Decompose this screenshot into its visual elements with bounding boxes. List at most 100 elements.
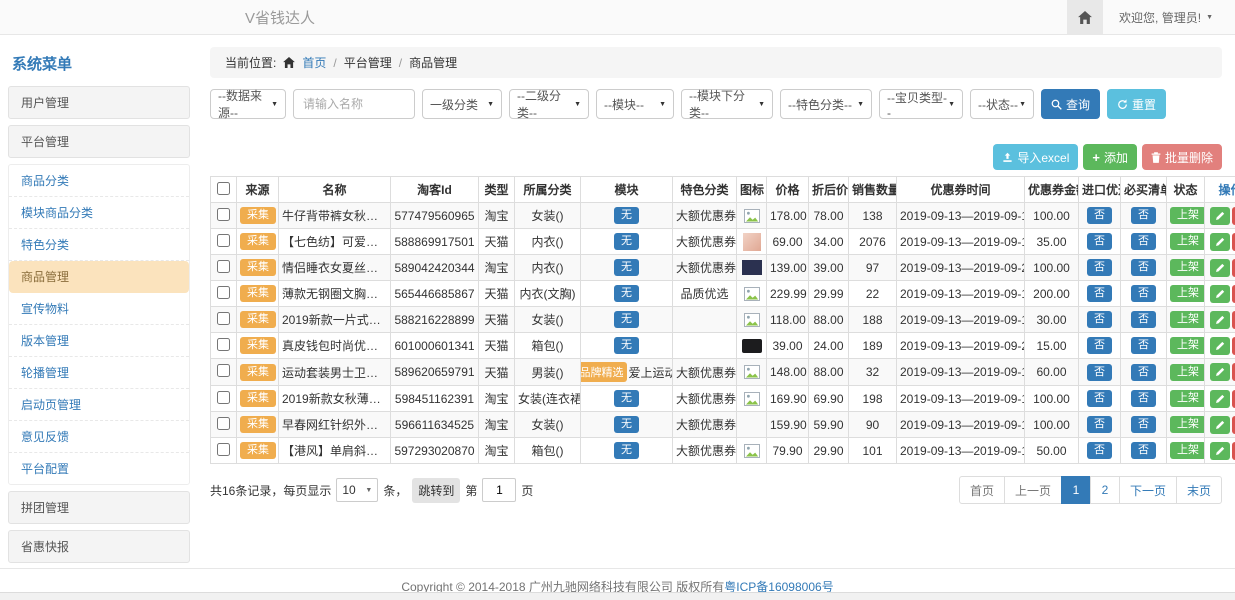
status-toggle[interactable]: 上架 xyxy=(1170,285,1205,302)
row-checkbox[interactable] xyxy=(217,260,230,273)
status-toggle[interactable]: 上架 xyxy=(1170,259,1205,276)
status-toggle[interactable]: 上架 xyxy=(1170,364,1205,381)
row-checkbox[interactable] xyxy=(217,417,230,430)
breadcrumb-home-link[interactable]: 首页 xyxy=(302,54,326,71)
status-toggle[interactable]: 上架 xyxy=(1170,416,1205,433)
status-toggle[interactable]: 上架 xyxy=(1170,311,1205,328)
must-buy-toggle[interactable]: 否 xyxy=(1131,442,1156,459)
import-select-toggle[interactable]: 否 xyxy=(1087,442,1112,459)
sidebar-subitem-5[interactable]: 版本管理 xyxy=(9,325,189,357)
sidebar-item-user-management[interactable]: 用户管理 xyxy=(8,86,190,119)
import-select-toggle[interactable]: 否 xyxy=(1087,207,1112,224)
filter-select-5[interactable]: --宝贝类型--▼ xyxy=(879,89,963,119)
user-menu[interactable]: 欢迎您, 管理员! ▼ xyxy=(1103,9,1235,26)
page-button-下一页[interactable]: 下一页 xyxy=(1119,476,1177,504)
sidebar-item-1[interactable]: 省惠快报 xyxy=(8,530,190,563)
must-buy-toggle[interactable]: 否 xyxy=(1131,285,1156,302)
filter-select-0[interactable]: 一级分类▼ xyxy=(422,89,502,119)
import-select-toggle[interactable]: 否 xyxy=(1087,416,1112,433)
row-checkbox[interactable] xyxy=(217,234,230,247)
row-checkbox[interactable] xyxy=(217,338,230,351)
edit-button[interactable] xyxy=(1210,390,1230,408)
search-button[interactable]: 查询 xyxy=(1041,89,1100,119)
sidebar-subitem-8[interactable]: 意见反馈 xyxy=(9,421,189,453)
edit-button[interactable] xyxy=(1210,363,1230,381)
delete-button[interactable] xyxy=(1232,207,1235,225)
row-checkbox[interactable] xyxy=(217,443,230,456)
delete-button[interactable] xyxy=(1232,390,1235,408)
import-select-toggle[interactable]: 否 xyxy=(1087,311,1112,328)
must-buy-toggle[interactable]: 否 xyxy=(1131,337,1156,354)
status-toggle[interactable]: 上架 xyxy=(1170,337,1205,354)
reset-button[interactable]: 重置 xyxy=(1107,89,1166,119)
must-buy-toggle[interactable]: 否 xyxy=(1131,390,1156,407)
must-buy-toggle[interactable]: 否 xyxy=(1131,207,1156,224)
name-search-input[interactable] xyxy=(293,89,415,119)
home-button[interactable] xyxy=(1067,0,1103,34)
page-button-首页[interactable]: 首页 xyxy=(959,476,1005,504)
sidebar-subitem-3[interactable]: 商品管理 xyxy=(9,261,189,293)
edit-button[interactable] xyxy=(1210,207,1230,225)
page-button-2[interactable]: 2 xyxy=(1090,476,1120,504)
sidebar-item-platform-management[interactable]: 平台管理 xyxy=(8,125,190,158)
page-button-1[interactable]: 1 xyxy=(1061,476,1091,504)
delete-button[interactable] xyxy=(1232,285,1235,303)
sidebar-item-0[interactable]: 拼团管理 xyxy=(8,491,190,524)
import-select-toggle[interactable]: 否 xyxy=(1087,364,1112,381)
row-checkbox[interactable] xyxy=(217,391,230,404)
edit-button[interactable] xyxy=(1210,233,1230,251)
per-page-select[interactable]: 10 ▼ xyxy=(336,478,378,502)
page-number-input[interactable] xyxy=(482,478,516,502)
filter-select-3[interactable]: --模块下分类--▼ xyxy=(681,89,773,119)
sidebar-subitem-4[interactable]: 宣传物料 xyxy=(9,293,189,325)
row-checkbox[interactable] xyxy=(217,286,230,299)
sidebar-subitem-2[interactable]: 特色分类 xyxy=(9,229,189,261)
edit-button[interactable] xyxy=(1210,259,1230,277)
status-toggle[interactable]: 上架 xyxy=(1170,207,1205,224)
filter-select-4[interactable]: --特色分类--▼ xyxy=(780,89,872,119)
filter-select-data-source[interactable]: --数据来源--▼ xyxy=(210,89,286,119)
page-button-上一页[interactable]: 上一页 xyxy=(1004,476,1062,504)
delete-button[interactable] xyxy=(1232,337,1235,355)
must-buy-toggle[interactable]: 否 xyxy=(1131,364,1156,381)
edit-button[interactable] xyxy=(1210,416,1230,434)
delete-button[interactable] xyxy=(1232,416,1235,434)
edit-button[interactable] xyxy=(1210,311,1230,329)
delete-button[interactable] xyxy=(1232,233,1235,251)
page-button-末页[interactable]: 末页 xyxy=(1176,476,1222,504)
status-toggle[interactable]: 上架 xyxy=(1170,390,1205,407)
edit-button[interactable] xyxy=(1210,337,1230,355)
status-toggle[interactable]: 上架 xyxy=(1170,233,1205,250)
row-checkbox[interactable] xyxy=(217,364,230,377)
import-excel-button[interactable]: 导入excel xyxy=(993,144,1078,170)
import-select-toggle[interactable]: 否 xyxy=(1087,390,1112,407)
import-select-toggle[interactable]: 否 xyxy=(1087,285,1112,302)
select-all-checkbox[interactable] xyxy=(217,182,230,195)
sidebar-subitem-1[interactable]: 模块商品分类 xyxy=(9,197,189,229)
edit-button[interactable] xyxy=(1210,442,1230,460)
row-checkbox[interactable] xyxy=(217,208,230,221)
sidebar-subitem-0[interactable]: 商品分类 xyxy=(9,165,189,197)
delete-button[interactable] xyxy=(1232,311,1235,329)
sidebar-subitem-7[interactable]: 启动页管理 xyxy=(9,389,189,421)
import-select-toggle[interactable]: 否 xyxy=(1087,337,1112,354)
filter-select-2[interactable]: --模块--▼ xyxy=(596,89,674,119)
import-select-toggle[interactable]: 否 xyxy=(1087,233,1112,250)
edit-button[interactable] xyxy=(1210,285,1230,303)
delete-button[interactable] xyxy=(1232,363,1235,381)
status-toggle[interactable]: 上架 xyxy=(1170,442,1205,459)
delete-button[interactable] xyxy=(1232,442,1235,460)
must-buy-toggle[interactable]: 否 xyxy=(1131,416,1156,433)
filter-select-1[interactable]: --二级分类--▼ xyxy=(509,89,589,119)
must-buy-toggle[interactable]: 否 xyxy=(1131,233,1156,250)
sidebar-subitem-9[interactable]: 平台配置 xyxy=(9,453,189,484)
delete-button[interactable] xyxy=(1232,259,1235,277)
must-buy-toggle[interactable]: 否 xyxy=(1131,259,1156,276)
add-button[interactable]: + 添加 xyxy=(1083,144,1137,170)
must-buy-toggle[interactable]: 否 xyxy=(1131,311,1156,328)
row-checkbox[interactable] xyxy=(217,312,230,325)
filter-select-6[interactable]: --状态--▼ xyxy=(970,89,1034,119)
sidebar-subitem-6[interactable]: 轮播管理 xyxy=(9,357,189,389)
import-select-toggle[interactable]: 否 xyxy=(1087,259,1112,276)
batch-delete-button[interactable]: 批量删除 xyxy=(1142,144,1222,170)
